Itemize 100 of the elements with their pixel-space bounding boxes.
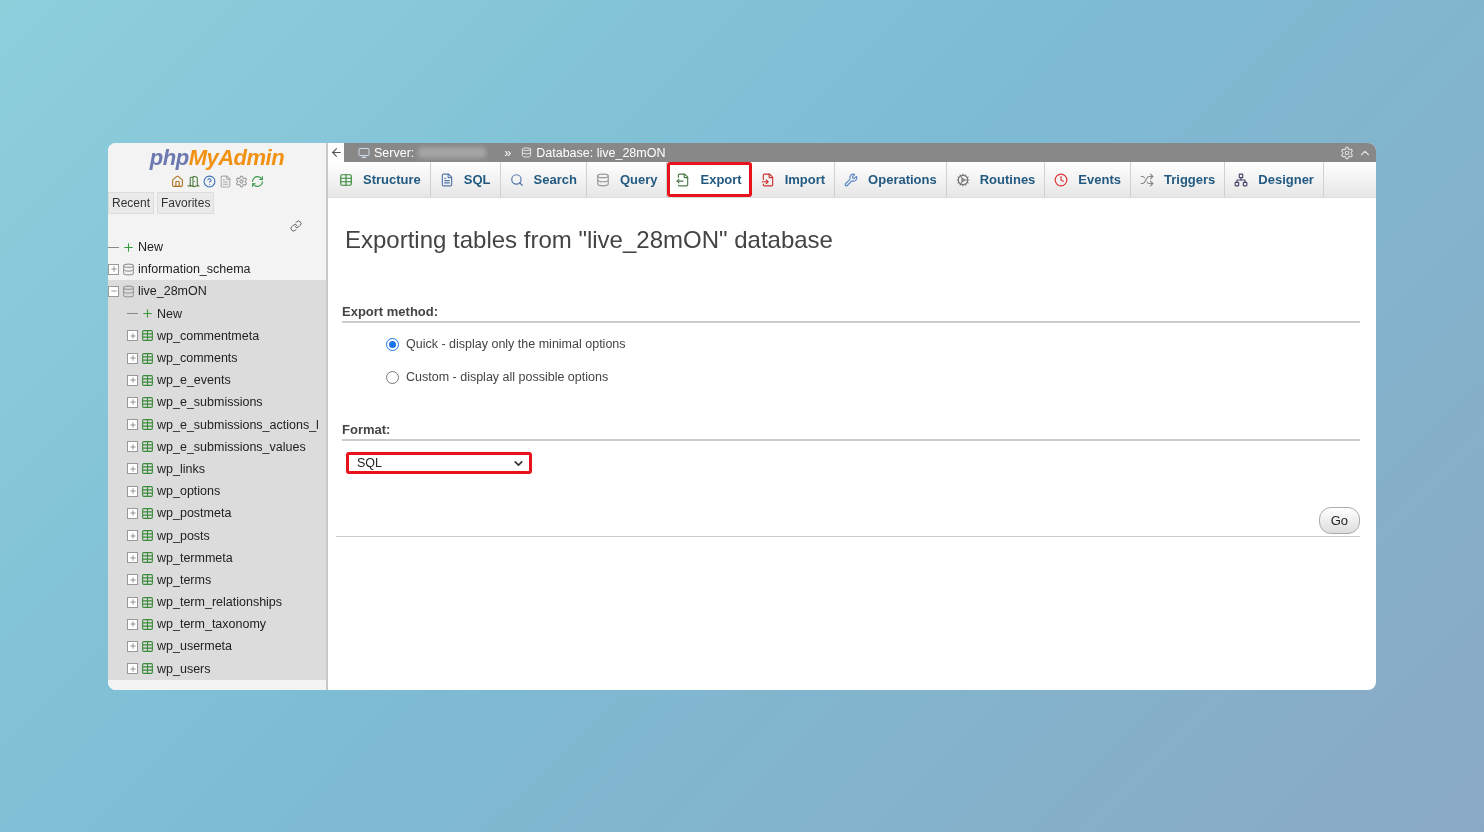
expand-icon[interactable] bbox=[127, 596, 138, 608]
expand-icon[interactable] bbox=[127, 485, 138, 497]
radio-label[interactable]: Custom - display all possible options bbox=[406, 370, 609, 384]
table-icon bbox=[141, 529, 154, 543]
document-icon[interactable] bbox=[218, 175, 232, 188]
help-icon[interactable] bbox=[202, 175, 216, 188]
tree-item[interactable]: information_schema bbox=[108, 258, 326, 281]
go-button[interactable]: Go bbox=[1318, 507, 1360, 534]
database-icon bbox=[122, 262, 135, 276]
tree-item[interactable]: wp_posts bbox=[108, 524, 326, 547]
tree-item[interactable]: wp_e_submissions_actions_l bbox=[108, 413, 326, 436]
tree-item[interactable]: wp_links bbox=[108, 457, 326, 481]
tree-item[interactable]: New bbox=[108, 302, 326, 325]
tree-item[interactable]: wp_users bbox=[108, 657, 326, 680]
tree-item[interactable]: wp_usermeta bbox=[108, 635, 326, 658]
tab-icon bbox=[676, 172, 691, 187]
table-icon bbox=[141, 351, 154, 365]
tree-item[interactable]: live_28mON bbox=[108, 280, 326, 303]
table-icon bbox=[141, 662, 154, 676]
tab-icon bbox=[955, 172, 970, 187]
table-icon bbox=[141, 573, 154, 587]
tree-item[interactable]: wp_options bbox=[108, 480, 326, 503]
link-icon[interactable] bbox=[290, 220, 302, 232]
tab[interactable]: Search bbox=[500, 162, 587, 197]
table-icon bbox=[141, 617, 154, 631]
table-icon bbox=[141, 639, 154, 653]
tab-icon bbox=[509, 172, 524, 187]
tab-icon bbox=[844, 172, 859, 187]
tab[interactable]: Routines bbox=[946, 162, 1046, 197]
nav-button[interactable]: Recent bbox=[108, 192, 155, 214]
format-select[interactable]: SQL bbox=[346, 452, 532, 474]
nav-button[interactable]: Favorites bbox=[157, 192, 215, 214]
expand-icon[interactable] bbox=[127, 396, 138, 408]
tab[interactable]: Triggers bbox=[1131, 162, 1226, 197]
tab-icon bbox=[439, 172, 454, 187]
door-icon[interactable] bbox=[186, 175, 200, 188]
expand-icon[interactable] bbox=[127, 530, 138, 542]
radio-button[interactable] bbox=[386, 337, 399, 351]
tree-item[interactable]: wp_commentmeta bbox=[108, 324, 326, 347]
expand-icon[interactable] bbox=[127, 618, 138, 630]
expand-icon[interactable] bbox=[127, 463, 138, 475]
add-icon bbox=[122, 240, 135, 254]
expand-icon[interactable] bbox=[127, 352, 138, 364]
server-icon bbox=[358, 146, 370, 159]
tab[interactable]: Export bbox=[667, 162, 752, 197]
tab-icon bbox=[1234, 172, 1249, 187]
expand-icon[interactable] bbox=[127, 574, 138, 586]
tab-icon bbox=[339, 172, 353, 187]
tab-icon bbox=[595, 172, 610, 187]
breadcrumb-database[interactable]: Database: live_28mON bbox=[536, 145, 666, 160]
table-icon bbox=[141, 506, 154, 520]
tree-item[interactable]: wp_postmeta bbox=[108, 502, 326, 525]
table-icon bbox=[141, 440, 154, 454]
radio-button[interactable] bbox=[386, 370, 399, 384]
breadcrumb-server[interactable]: Server: bbox=[374, 145, 415, 160]
tree-item[interactable]: wp_terms bbox=[108, 568, 326, 591]
expand-icon[interactable] bbox=[127, 663, 138, 675]
database-icon bbox=[122, 284, 135, 298]
table-icon bbox=[141, 329, 154, 343]
tree-item[interactable]: wp_term_taxonomy bbox=[108, 613, 326, 636]
breadcrumb-separator: » bbox=[504, 145, 512, 160]
tree-item[interactable]: wp_e_events bbox=[108, 369, 326, 392]
tree-item[interactable]: wp_e_submissions_values bbox=[108, 435, 326, 458]
tree-item[interactable]: wp_comments bbox=[108, 346, 326, 370]
table-icon bbox=[141, 595, 154, 609]
home-icon[interactable] bbox=[170, 175, 184, 188]
tree-item[interactable]: wp_e_submissions bbox=[108, 391, 326, 414]
refresh-icon[interactable] bbox=[250, 175, 264, 188]
table-icon bbox=[141, 395, 154, 409]
tab[interactable]: Operations bbox=[835, 162, 947, 197]
tree-item[interactable]: wp_termmeta bbox=[108, 546, 326, 569]
expand-icon[interactable] bbox=[127, 507, 138, 519]
collapse-icon[interactable] bbox=[108, 285, 119, 297]
settings-icon[interactable] bbox=[234, 175, 248, 188]
radio-label[interactable]: Quick - display only the minimal options bbox=[406, 337, 626, 351]
tree-item[interactable]: wp_term_relationships bbox=[108, 591, 326, 614]
page-title: Exporting tables from "live_28mON" database bbox=[345, 226, 834, 254]
expand-icon[interactable] bbox=[127, 330, 138, 342]
tab[interactable]: Events bbox=[1045, 162, 1131, 197]
expand-icon[interactable] bbox=[127, 552, 138, 564]
expand-icon[interactable] bbox=[127, 441, 138, 453]
tab-icon bbox=[1140, 172, 1154, 187]
tab[interactable]: SQL bbox=[430, 162, 501, 197]
table-icon bbox=[141, 418, 154, 432]
expand-icon[interactable] bbox=[108, 263, 119, 275]
database-icon bbox=[521, 147, 533, 158]
tab-icon bbox=[760, 172, 775, 187]
expand-icon[interactable] bbox=[127, 419, 138, 431]
expand-icon[interactable] bbox=[127, 640, 138, 652]
table-icon bbox=[141, 373, 154, 387]
tree-item[interactable]: New bbox=[108, 236, 326, 259]
add-icon bbox=[141, 307, 154, 321]
table-icon bbox=[141, 551, 154, 565]
tab[interactable]: Structure bbox=[330, 162, 431, 197]
tab[interactable]: Designer bbox=[1225, 162, 1324, 197]
app-logo[interactable]: phpMyAdmin bbox=[108, 145, 326, 171]
tab[interactable]: Import bbox=[751, 162, 836, 197]
expand-icon[interactable] bbox=[127, 374, 138, 386]
section-legend: Format: bbox=[342, 422, 1360, 441]
tab-icon bbox=[1054, 172, 1069, 187]
